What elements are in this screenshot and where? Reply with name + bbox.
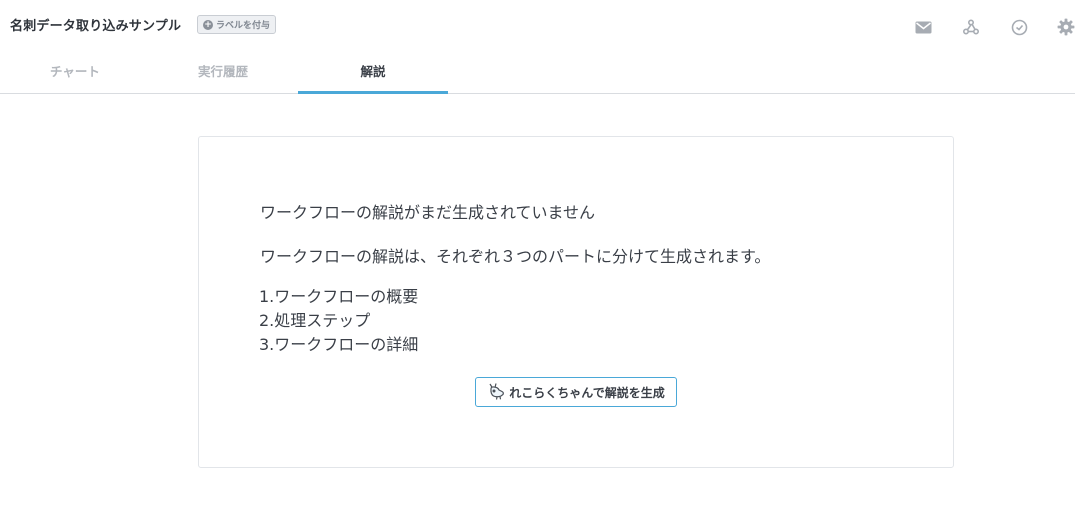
webhook-icon[interactable]	[961, 17, 981, 37]
plus-icon: +	[203, 19, 213, 30]
clock-icon[interactable]	[1009, 17, 1029, 37]
gear-icon[interactable]	[1056, 17, 1075, 37]
step-item: 2.処理ステップ	[259, 311, 371, 330]
empty-heading: ワークフローの解説がまだ生成されていません	[260, 203, 596, 222]
mascot-icon	[487, 381, 507, 404]
steps-list: 1.ワークフローの概要 2.処理ステップ 3.ワークフローの詳細	[259, 285, 418, 357]
explanation-card: ワークフローの解説がまだ生成されていません ワークフローの解説は、それぞれ３つの…	[198, 136, 954, 468]
add-label-text: ラベルを付与	[216, 21, 271, 31]
mail-icon[interactable]	[913, 17, 933, 37]
tab-bar: チャート 実行履歴 解説	[0, 52, 1075, 94]
app-header: 名刺データ取り込みサンプル + ラベルを付与	[0, 0, 1075, 52]
tab-history[interactable]: 実行履歴	[148, 52, 298, 93]
generate-button-label: れこらくちゃんで解説を生成	[509, 385, 665, 400]
tab-chart[interactable]: チャート	[0, 52, 150, 93]
workflow-title: 名刺データ取り込みサンプル	[10, 19, 182, 34]
generate-explanation-button[interactable]: れこらくちゃんで解説を生成	[475, 377, 677, 407]
step-item: 1.ワークフローの概要	[259, 287, 419, 306]
add-label-button[interactable]: + ラベルを付与	[197, 15, 277, 34]
tab-explanation[interactable]: 解説	[298, 52, 448, 94]
step-item: 3.ワークフローの詳細	[259, 335, 419, 354]
explanation-description: ワークフローの解説は、それぞれ３つのパートに分けて生成されます。	[260, 247, 771, 266]
